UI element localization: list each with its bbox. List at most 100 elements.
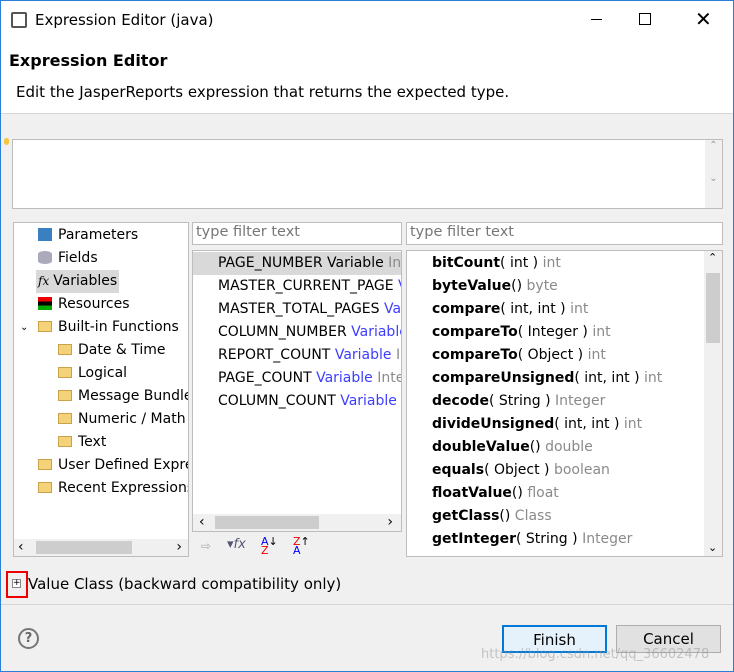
textarea-scrollbar[interactable]: ⌃ ⌄: [705, 140, 722, 208]
fx-icon: fx: [38, 274, 50, 288]
variable-type: Integer: [377, 370, 401, 386]
method-item[interactable]: compareUnsigned( int, int ) int: [407, 367, 704, 390]
variables-hscrollbar[interactable]: ‹ ›: [193, 514, 401, 531]
method-item[interactable]: bitCount( int ) int: [407, 252, 704, 275]
insert-icon[interactable]: ⇨: [201, 539, 211, 553]
method-return: int: [644, 370, 663, 386]
method-args: (): [499, 508, 511, 524]
method-item[interactable]: compare( int, int ) int: [407, 298, 704, 321]
tree-item[interactable]: Numeric / Math: [14, 408, 188, 431]
method-item[interactable]: byteValue() byte: [407, 275, 704, 298]
tree-item-label: User Defined Expressions: [58, 457, 188, 473]
method-item[interactable]: decode( String ) Integer: [407, 390, 704, 413]
list-item[interactable]: MASTER_TOTAL_PAGES Variable Integer: [193, 298, 401, 321]
list-item[interactable]: COLUMN_NUMBER Variable Integer: [193, 321, 401, 344]
tree-item[interactable]: Fields: [14, 247, 188, 270]
help-icon[interactable]: ?: [18, 628, 39, 649]
method-return: int: [542, 255, 561, 271]
methods-filter-input[interactable]: type filter text: [406, 222, 723, 245]
method-name: doubleValue: [432, 439, 530, 455]
method-name: compareTo: [432, 347, 518, 363]
close-icon[interactable]: ✕: [695, 7, 712, 31]
variable-name: COLUMN_NUMBER: [218, 324, 347, 340]
method-return: int: [587, 347, 606, 363]
method-item[interactable]: doubleValue() double: [407, 436, 704, 459]
flags-icon: [38, 297, 52, 310]
method-args: ( Object ): [517, 347, 584, 363]
tree-item-label: Parameters: [58, 227, 139, 243]
tree-item[interactable]: Recent Expressions: [14, 477, 188, 500]
tree-item-label: Logical: [78, 365, 128, 381]
tree-item[interactable]: Message Bundle: [14, 385, 188, 408]
method-return: int: [592, 324, 611, 340]
method-args: ( String ): [488, 393, 551, 409]
dialog-header: Expression Editor Edit the JasperReports…: [1, 39, 733, 114]
list-item[interactable]: COLUMN_COUNT Variable Integer: [193, 390, 401, 413]
method-item[interactable]: compareTo( Object ) int: [407, 344, 704, 367]
variable-name: PAGE_NUMBER: [218, 255, 323, 271]
app-icon: [11, 12, 27, 28]
list-item[interactable]: MASTER_CURRENT_PAGE Variable Integer: [193, 275, 401, 298]
filter-functions-icon[interactable]: ▾fx: [227, 537, 246, 552]
tree-item-label: Text: [78, 434, 107, 450]
sort-ascending-icon[interactable]: A↓ Z: [261, 536, 278, 556]
variable-kind: Variable: [384, 301, 401, 317]
chevron-down-icon[interactable]: ⌄: [20, 316, 28, 339]
tree-item[interactable]: Logical: [14, 362, 188, 385]
method-name: getClass: [432, 508, 500, 524]
method-item[interactable]: compareTo( Integer ) int: [407, 321, 704, 344]
method-item[interactable]: divideUnsigned( int, int ) int: [407, 413, 704, 436]
category-tree: Parameters Fields fx Variables Resources ⌄ Bui…: [13, 222, 189, 557]
maximize-icon[interactable]: [639, 13, 651, 25]
folder-icon: [38, 482, 52, 493]
expression-editor-dialog: Expression Editor (java) ✕ Expression Ed…: [0, 0, 734, 672]
list-item[interactable]: REPORT_COUNT Variable Integer: [193, 344, 401, 367]
folder-icon: [38, 321, 52, 332]
tree-item[interactable]: Text: [14, 431, 188, 454]
tree-item[interactable]: fx Variables: [14, 270, 188, 293]
method-item[interactable]: getInteger( String ) Integer: [407, 528, 704, 551]
tree-hscrollbar[interactable]: ‹ ›: [14, 539, 188, 556]
method-item[interactable]: getClass() Class: [407, 505, 704, 528]
method-args: ( String ): [516, 531, 578, 547]
variable-type: Integer: [395, 347, 401, 363]
minimize-icon[interactable]: [591, 19, 602, 20]
tree-item-label: Numeric / Math: [78, 411, 186, 427]
method-name: compareUnsigned: [432, 370, 575, 386]
list-item[interactable]: PAGE_COUNT Variable Integer: [193, 367, 401, 390]
expression-textarea[interactable]: ⌃ ⌄: [12, 139, 723, 209]
expand-value-class-icon[interactable]: +: [12, 579, 21, 588]
method-name: floatValue: [432, 485, 512, 501]
method-name: equals: [432, 462, 485, 478]
method-return: byte: [526, 278, 558, 294]
folder-icon: [58, 413, 72, 424]
method-item[interactable]: equals( Object ) boolean: [407, 459, 704, 482]
variable-kind: Variable: [327, 255, 384, 271]
variable-name: REPORT_COUNT: [218, 347, 331, 363]
variables-filter-input[interactable]: type filter text: [192, 222, 402, 245]
tree-item[interactable]: Parameters: [14, 224, 188, 247]
list-item[interactable]: PAGE_NUMBER Variable Integer: [193, 252, 401, 275]
method-name: compareTo: [432, 324, 518, 340]
sort-descending-icon[interactable]: Z↑ A: [293, 536, 310, 556]
method-item[interactable]: floatValue() float: [407, 482, 704, 505]
method-args: ( int, int ): [574, 370, 640, 386]
tree-item-label: Recent Expressions: [58, 480, 188, 496]
tree-item[interactable]: Resources: [14, 293, 188, 316]
tree-item-label: Fields: [58, 250, 98, 266]
method-args: ( int, int ): [554, 416, 620, 432]
tree-item[interactable]: Date & Time: [14, 339, 188, 362]
tree-item[interactable]: ⌄ Built-in Functions: [14, 316, 188, 339]
window-title: Expression Editor (java): [35, 11, 214, 29]
folder-icon: [58, 436, 72, 447]
methods-list: bitCount( int ) int byteValue() byte compa…: [406, 250, 723, 557]
method-name: divideUnsigned: [432, 416, 555, 432]
tree-item[interactable]: User Defined Expressions: [14, 454, 188, 477]
variables-list: PAGE_NUMBER Variable IntegerMASTER_CURRE…: [192, 250, 402, 532]
methods-vscrollbar[interactable]: ⌃ ⌄: [704, 251, 722, 556]
variable-name: MASTER_TOTAL_PAGES: [218, 301, 380, 317]
method-return: float: [527, 485, 559, 501]
tree-item-label: Message Bundle: [78, 388, 188, 404]
method-name: decode: [432, 393, 489, 409]
variable-kind: Variable: [398, 278, 401, 294]
